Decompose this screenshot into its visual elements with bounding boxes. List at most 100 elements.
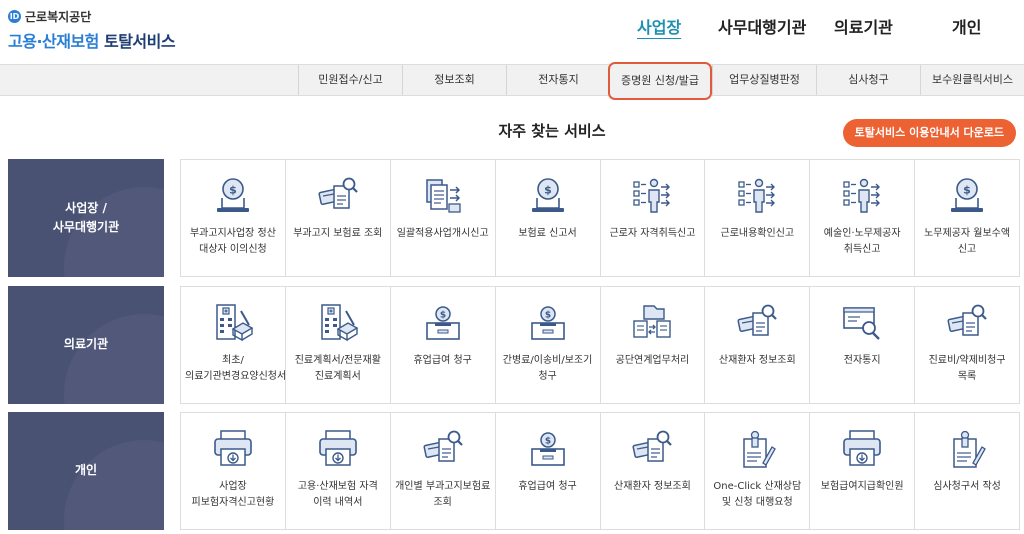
card-search-icon <box>316 174 360 218</box>
service-card[interactable]: 예술인·노무제공자 취득신고 <box>809 160 914 276</box>
document-pen-icon <box>735 427 779 471</box>
service-card[interactable]: 산재환자 정보조회 <box>704 287 809 403</box>
svg-text:$: $ <box>544 311 550 321</box>
service-card-label: 휴업급여 청구 <box>413 355 472 366</box>
service-card[interactable]: 최초/의료기관변경요양신청서 <box>181 287 285 403</box>
service-card-label: 공단연계업무처리 <box>615 355 690 366</box>
svg-text:$: $ <box>229 184 237 197</box>
service-card[interactable]: 사업장 피보험자격신고현황 <box>181 413 285 529</box>
logo[interactable]: ID 근로복지공단 고용·산재보험 토탈서비스 <box>8 8 176 52</box>
subnav-e-notice[interactable]: 전자통지 <box>506 65 610 95</box>
card-search-icon <box>630 427 674 471</box>
monitor-search-icon <box>840 301 884 345</box>
service-card[interactable]: 전자통지 <box>809 287 914 403</box>
service-row: 사업장 / 사무대행기관 $ 부과고지사업장 정산 대상자 이의신청 부과고지 보험… <box>8 159 1020 277</box>
service-card-label: 사업장 피보험자격신고현황 <box>191 481 275 508</box>
service-card[interactable]: $ 노무제공자 월보수액 신고 <box>914 160 1019 276</box>
service-card[interactable]: 산재환자 정보조회 <box>599 413 705 529</box>
printer-download-icon <box>840 427 884 471</box>
service-card[interactable]: 근로자 자격취득신고 <box>599 160 705 276</box>
service-card[interactable]: $ 휴업급여 청구 <box>389 287 495 403</box>
site-title-rest: 토탈서비스 <box>103 32 176 51</box>
service-card-label: 근로자 자격취득신고 <box>609 228 696 239</box>
service-row: 의료기관 최초/의료기관변경요양신청서 진료계획서/전문재활 진료계획서 $ 휴업급여… <box>8 286 1020 404</box>
site-title: 고용·산재보험 토탈서비스 <box>8 28 176 52</box>
service-card-label: 최초/의료기관변경요양신청서 <box>185 355 285 382</box>
coin-box-icon: $ <box>526 427 570 471</box>
service-card[interactable]: $ 간병료/이송비/보조기 청구 <box>494 287 600 403</box>
service-card[interactable]: 심사청구서 작성 <box>914 413 1019 529</box>
service-card[interactable]: 고용·산재보험 자격 이력 내역서 <box>284 413 390 529</box>
worker-checklist-icon <box>840 174 884 218</box>
site-title-accent: 고용·산재보험 <box>8 32 99 51</box>
card-search-icon <box>421 427 465 471</box>
logo-mark-icon: ID <box>8 10 21 23</box>
service-card-label: One-Click 산재상담 및 신청 대행요청 <box>713 481 802 508</box>
coin-laptop-icon: $ <box>211 174 255 218</box>
card-search-icon <box>735 301 779 345</box>
row-label-medical: 의료기관 <box>8 286 164 404</box>
header: ID 근로복지공단 고용·산재보험 토탈서비스 사업장 사무대행기관 의료기관 … <box>0 0 1024 64</box>
service-card-label: 진료비/약제비청구 목록 <box>928 355 1006 382</box>
service-row: 개인 사업장 피보험자격신고현황 고용·산재보험 자격 이력 내역서 개인별 부과고… <box>8 412 1020 530</box>
service-card-label: 부과고지 보험료 조회 <box>293 228 383 239</box>
subnav-certificate[interactable]: 증명원 신청/발급 <box>608 62 712 100</box>
subnav-appeal[interactable]: 심사청구 <box>816 65 920 95</box>
subnav-info[interactable]: 정보조회 <box>402 65 506 95</box>
service-card-label: 심사청구서 작성 <box>933 481 1001 492</box>
service-card-label: 산재환자 정보조회 <box>614 481 691 492</box>
service-card-label: 개인별 부과고지보험료 조회 <box>395 481 491 508</box>
topnav-personal[interactable]: 개인 <box>952 14 981 38</box>
card-list: 사업장 피보험자격신고현황 고용·산재보험 자격 이력 내역서 개인별 부과고지보험… <box>180 412 1020 530</box>
folder-exchange-icon <box>630 301 674 345</box>
service-card-label: 전자통지 <box>843 355 881 366</box>
topnav-workplace[interactable]: 사업장 <box>637 14 681 38</box>
card-list: $ 부과고지사업장 정산 대상자 이의신청 부과고지 보험료 조회 일괄적용사업개시신… <box>180 159 1020 277</box>
coin-box-icon: $ <box>421 301 465 345</box>
row-label-personal: 개인 <box>8 412 164 530</box>
service-card[interactable]: 일괄적용사업개시신고 <box>389 160 495 276</box>
document-pen-icon <box>945 427 989 471</box>
printer-download-icon <box>316 427 360 471</box>
service-card-label: 휴업급여 청구 <box>518 481 577 492</box>
service-card-label: 부과고지사업장 정산 대상자 이의신청 <box>189 228 276 255</box>
service-card-label: 노무제공자 월보수액 신고 <box>924 228 1011 255</box>
svg-text:$: $ <box>544 437 550 447</box>
topnav-medical[interactable]: 의료기관 <box>834 14 893 38</box>
service-card[interactable]: $ 휴업급여 청구 <box>494 413 600 529</box>
svg-text:$: $ <box>963 184 971 197</box>
printer-download-icon <box>211 427 255 471</box>
org-name: 근로복지공단 <box>25 10 92 24</box>
service-card[interactable]: 부과고지 보험료 조회 <box>284 160 390 276</box>
service-card[interactable]: 보험급여지급확인원 <box>809 413 914 529</box>
subnav-complaint[interactable]: 민원접수/신고 <box>298 65 402 95</box>
service-card[interactable]: One-Click 산재상담 및 신청 대행요청 <box>704 413 809 529</box>
topnav-agency[interactable]: 사무대행기관 <box>718 14 806 38</box>
service-card[interactable]: 개인별 부과고지보험료 조회 <box>389 413 495 529</box>
service-card-label: 일괄적용사업개시신고 <box>396 228 489 239</box>
coin-laptop-icon: $ <box>526 174 570 218</box>
service-card-label: 진료계획서/전문재활 진료계획서 <box>294 355 381 382</box>
service-card[interactable]: 진료비/약제비청구 목록 <box>914 287 1019 403</box>
service-card[interactable]: $ 부과고지사업장 정산 대상자 이의신청 <box>181 160 285 276</box>
subnav-occupational-disease[interactable]: 업무상질병판정 <box>712 65 816 95</box>
sub-nav: 민원접수/신고 정보조회 전자통지 증명원 신청/발급 업무상질병판정 심사청구… <box>0 62 1024 100</box>
subnav-salary-click[interactable]: 보수원클릭서비스 <box>920 65 1024 95</box>
service-card[interactable]: 근로내용확인신고 <box>704 160 809 276</box>
service-card-label: 보험료 신고서 <box>518 228 577 239</box>
document-transfer-icon <box>421 174 465 218</box>
service-card-label: 보험급여지급확인원 <box>820 481 904 492</box>
top-nav: 사업장 사무대행기관 의료기관 개인 <box>600 14 1024 40</box>
hospital-document-icon <box>316 301 360 345</box>
card-list: 최초/의료기관변경요양신청서 진료계획서/전문재활 진료계획서 $ 휴업급여 청구 $ 간… <box>180 286 1020 404</box>
svg-text:$: $ <box>440 311 446 321</box>
guide-download-button[interactable]: 토탈서비스 이용안내서 다운로드 <box>842 119 1016 147</box>
coin-laptop-icon: $ <box>945 174 989 218</box>
card-search-icon <box>945 301 989 345</box>
service-card[interactable]: 진료계획서/전문재활 진료계획서 <box>284 287 390 403</box>
service-card[interactable]: 공단연계업무처리 <box>599 287 705 403</box>
worker-checklist-icon <box>630 174 674 218</box>
service-card[interactable]: $ 보험료 신고서 <box>494 160 600 276</box>
coin-box-icon: $ <box>526 301 570 345</box>
service-card-label: 근로내용확인신고 <box>720 228 795 239</box>
